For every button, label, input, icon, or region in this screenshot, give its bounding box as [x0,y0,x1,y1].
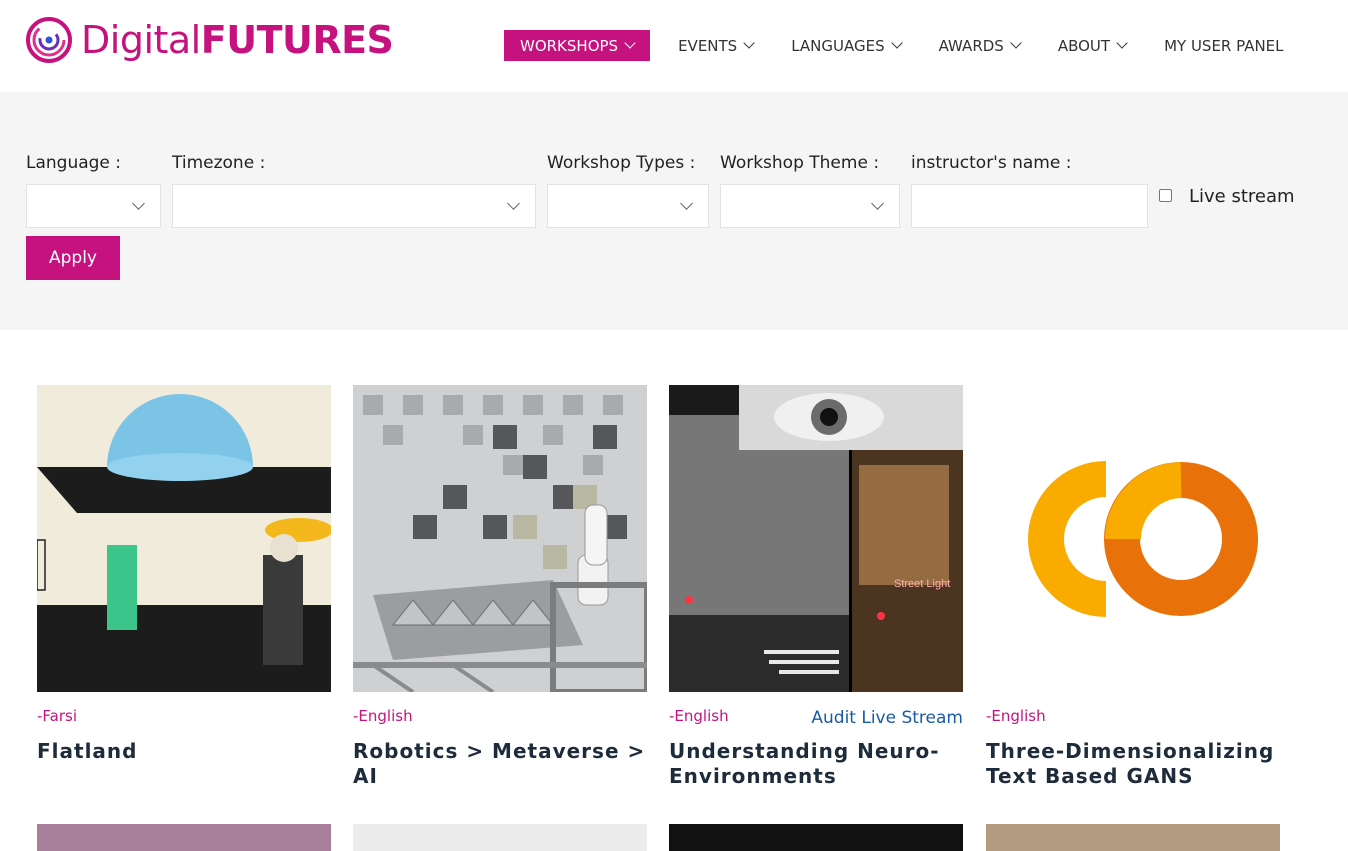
workshop-types-select[interactable] [547,184,709,228]
instructor-input[interactable] [911,184,1148,228]
workshop-filters: Language : Timezone : Workshop Types : W… [0,92,1348,330]
language-label: Language : [26,153,122,173]
chevron-down-icon [743,37,755,49]
flatland-collage-image[interactable] [37,385,331,692]
timezone-select[interactable] [172,184,536,228]
workshop-card-thumb-partial[interactable] [669,824,963,851]
chevron-down-icon [1116,37,1128,49]
workshop-card-thumb-partial[interactable] [986,824,1280,851]
workshop-card-thumb-partial[interactable] [353,824,647,851]
nav-languages[interactable]: LANGUAGES [775,30,916,61]
workshop-types-label: Workshop Types : [547,153,696,173]
workshop-card[interactable]: -English Three-Dimensionalizing Text Bas… [986,385,1280,788]
chevron-down-icon [890,37,903,49]
workshop-card[interactable]: -Farsi Flatland [37,385,331,763]
workshop-title[interactable]: Flatland [37,739,337,764]
chevron-down-icon [132,197,145,210]
workshop-title[interactable]: Robotics > Metaverse > AI [353,739,653,789]
workshop-card[interactable]: Street Light -English Audit Live Stream … [669,385,963,788]
nav-events-label: EVENTS [678,36,738,55]
workshop-language: -Farsi [37,707,78,725]
nav-workshops-label: WORKSHOPS [520,36,619,55]
nav-workshops[interactable]: WORKSHOPS [504,30,651,61]
colab-logo-image[interactable] [986,385,1280,692]
workshop-title[interactable]: Understanding Neuro-Environments [669,739,969,789]
street-light-text: Street Light [894,578,950,590]
audit-live-stream-link[interactable]: Audit Live Stream [811,708,963,728]
nav-awards-label: AWARDS [938,36,1004,55]
language-select[interactable] [26,184,161,228]
nav-about-label: ABOUT [1057,36,1111,55]
workshop-card[interactable]: -English Robotics > Metaverse > AI [353,385,647,788]
workshop-card-thumb-partial[interactable] [37,824,331,851]
workshop-title[interactable]: Three-Dimensionalizing Text Based GANS [986,739,1286,789]
workshop-theme-select[interactable] [720,184,900,228]
workshop-language: -English [986,707,1046,725]
workshop-language: -English [669,707,729,725]
chevron-down-icon [680,197,693,210]
chevron-down-icon [871,197,884,210]
nav-languages-label: LANGUAGES [791,36,885,55]
logo-swirl-icon [26,17,72,63]
logo-word-futures: FUTURES [200,18,394,62]
logo-word-digital: Digital [81,18,201,62]
main-nav: WORKSHOPS EVENTS LANGUAGES AWARDS ABOUT … [504,30,1300,61]
chevron-down-icon [507,197,520,210]
nav-user-panel[interactable]: MY USER PANEL [1142,30,1299,61]
site-header: DigitalFUTURES WORKSHOPS EVENTS LANGUAGE… [0,0,1348,92]
apply-button[interactable]: Apply [26,236,120,280]
workshop-theme-label: Workshop Theme : [720,153,880,173]
eye-street-night-image[interactable]: Street Light [669,385,963,692]
timezone-label: Timezone : [172,153,266,173]
live-stream-label: Live stream [1189,186,1295,207]
robot-arm-wall-image[interactable] [353,385,647,692]
nav-awards[interactable]: AWARDS [923,30,1036,61]
workshop-language: -English [353,707,413,725]
nav-user-panel-label: MY USER PANEL [1164,36,1284,55]
instructor-label: instructor's name : [911,153,1072,173]
nav-events[interactable]: EVENTS [662,30,769,61]
chevron-down-icon [624,37,636,49]
nav-about[interactable]: ABOUT [1042,30,1142,61]
site-logo[interactable]: DigitalFUTURES [25,16,394,64]
logo-wordmark: DigitalFUTURES [81,16,394,64]
live-stream-checkbox[interactable] [1159,189,1172,202]
chevron-down-icon [1010,37,1022,49]
